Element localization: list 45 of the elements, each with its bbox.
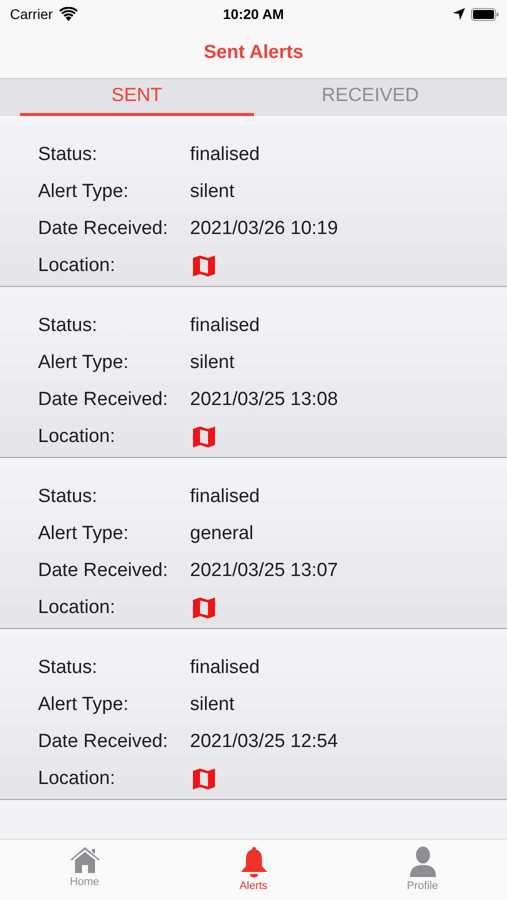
bell-icon: [240, 846, 268, 878]
tab-bar-item[interactable]: Profile: [338, 840, 507, 900]
map-icon[interactable]: [192, 766, 216, 790]
clock-time: 10:20 AM: [223, 6, 284, 22]
tab[interactable]: RECEIVED: [254, 79, 487, 116]
field-label: Date Received:: [38, 730, 169, 752]
tab-bar-item[interactable]: Home: [0, 840, 169, 900]
field-label: Alert Type:: [38, 694, 130, 716]
field-value: 2021/03/25 13:08: [190, 388, 338, 410]
wifi-icon: [58, 7, 78, 21]
field-value: finalised: [190, 314, 260, 336]
field-label: Location:: [38, 596, 116, 618]
carrier-name: Carrier: [10, 6, 53, 22]
field-value: silent: [190, 180, 234, 202]
map-icon[interactable]: [192, 424, 216, 448]
field-label: Location:: [38, 768, 116, 790]
map-icon[interactable]: [192, 596, 216, 620]
field-label: Date Received:: [38, 218, 169, 240]
field-label: Alert Type:: [38, 522, 130, 544]
field-label: Status:: [38, 314, 98, 336]
field-value: silent: [190, 694, 234, 716]
field-value: finalised: [190, 656, 260, 678]
field-value: general: [190, 522, 254, 544]
field-label: Alert Type:: [38, 352, 130, 374]
field-label: Date Received:: [38, 560, 169, 582]
location-arrow-icon: [453, 8, 465, 20]
field-value: 2021/03/25 13:07: [190, 560, 338, 582]
house-icon: [68, 846, 100, 874]
map-icon[interactable]: [192, 254, 216, 278]
field-label: Status:: [38, 486, 98, 508]
screen-title: Sent Alerts: [204, 42, 304, 64]
person-icon: [408, 846, 436, 878]
battery-icon: [471, 8, 499, 20]
tab-bar-item[interactable]: Alerts: [169, 840, 338, 900]
field-label: Date Received:: [38, 388, 169, 410]
field-value: finalised: [190, 486, 260, 508]
field-value: silent: [190, 352, 234, 374]
field-value: 2021/03/25 12:54: [190, 730, 338, 752]
field-label: Status:: [38, 144, 98, 166]
field-label: Location:: [38, 426, 116, 448]
field-value: finalised: [190, 144, 260, 166]
field-label: Status:: [38, 656, 98, 678]
field-label: Alert Type:: [38, 180, 130, 202]
field-label: Location:: [38, 254, 116, 276]
field-value: 2021/03/26 10:19: [190, 218, 338, 240]
